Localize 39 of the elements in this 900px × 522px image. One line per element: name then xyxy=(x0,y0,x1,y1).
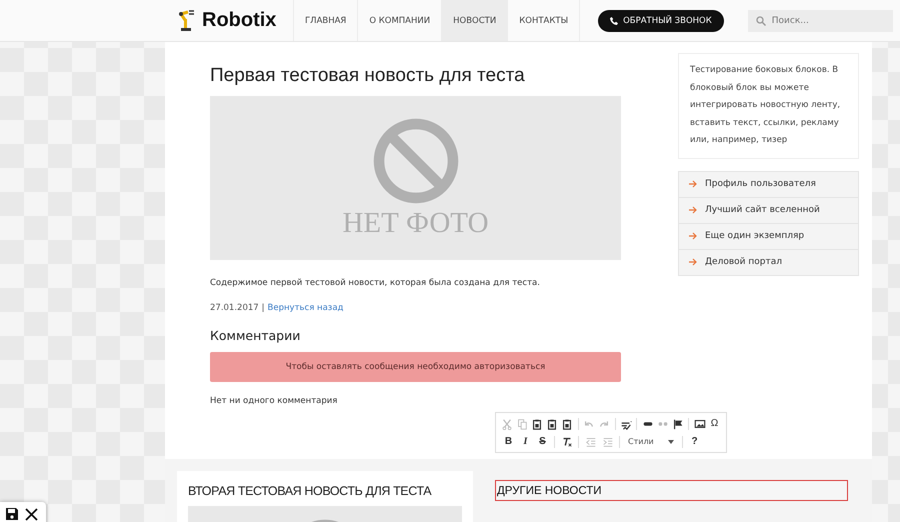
search-field[interactable]: Поиск... xyxy=(748,10,893,32)
article-text: Содержимое первой тестовой новости, которая была создана для теста. xyxy=(210,278,541,288)
arrow-icon xyxy=(689,206,697,214)
no-comments-text: Нет ни одного комментария xyxy=(210,396,338,406)
sidebar-link[interactable]: Лучший сайт вселенной xyxy=(679,198,858,224)
comments-heading: Комментарии xyxy=(210,328,302,343)
robot-arm-icon xyxy=(177,10,196,32)
article-date: 27.01.2017 xyxy=(210,303,259,313)
logo-text: Robotix xyxy=(202,9,276,32)
caret-icon xyxy=(668,440,674,444)
search-icon xyxy=(756,16,766,26)
nav-tab[interactable]: НОВОСТИ xyxy=(442,0,508,41)
toolbar-button[interactable]: ? xyxy=(687,434,702,449)
no-photo-caption: НЕТ ФОТО xyxy=(342,206,489,240)
toolbar-button[interactable]: S xyxy=(535,434,550,449)
arrow-icon xyxy=(689,180,697,188)
sidebar-link[interactable]: Деловой портал xyxy=(679,250,858,274)
save-icon[interactable] xyxy=(5,507,19,521)
sidebar-link[interactable]: Еще один экземпляр xyxy=(679,224,858,250)
separator-text: | xyxy=(262,303,265,313)
arrow-icon xyxy=(689,258,697,266)
arrow-icon xyxy=(689,232,697,240)
phone-icon xyxy=(610,16,618,24)
nav-tab[interactable]: ГЛАВНАЯ xyxy=(294,0,358,41)
toolbar-button[interactable]: I xyxy=(518,434,533,449)
toolbar-button[interactable]: Ω xyxy=(708,416,722,431)
no-photo-icon xyxy=(372,116,460,204)
styles-dropdown[interactable]: Стили xyxy=(624,434,678,449)
sidebar-text-block: Тестирование боковых блоков. В блоковый блок вы можете интегрировать новостную ленту, вставить текст, ссылки, рекламу или, например, тизер xyxy=(678,53,859,158)
callback-button[interactable]: ОБРАТНЫЙ ЗВОНОК xyxy=(598,10,724,32)
sidebar-link[interactable]: Профиль пользователя xyxy=(679,172,858,198)
back-link[interactable]: Вернуться назад xyxy=(268,303,344,313)
news-card-title: ВТОРАЯ ТЕСТОВАЯ НОВОСТЬ ДЛЯ ТЕСТА xyxy=(188,484,432,498)
close-icon[interactable] xyxy=(25,508,38,520)
toolbar-button[interactable]: B xyxy=(501,434,516,449)
nav-tab[interactable]: КОНТАКТЫ xyxy=(508,0,580,41)
heading-input-field[interactable]: ДРУГИЕ НОВОСТИ xyxy=(495,480,848,501)
auth-alert: Чтобы оставлять сообщения необходимо авторизоваться xyxy=(210,352,621,382)
article-title: Первая тестовая новость для теста xyxy=(210,65,526,87)
